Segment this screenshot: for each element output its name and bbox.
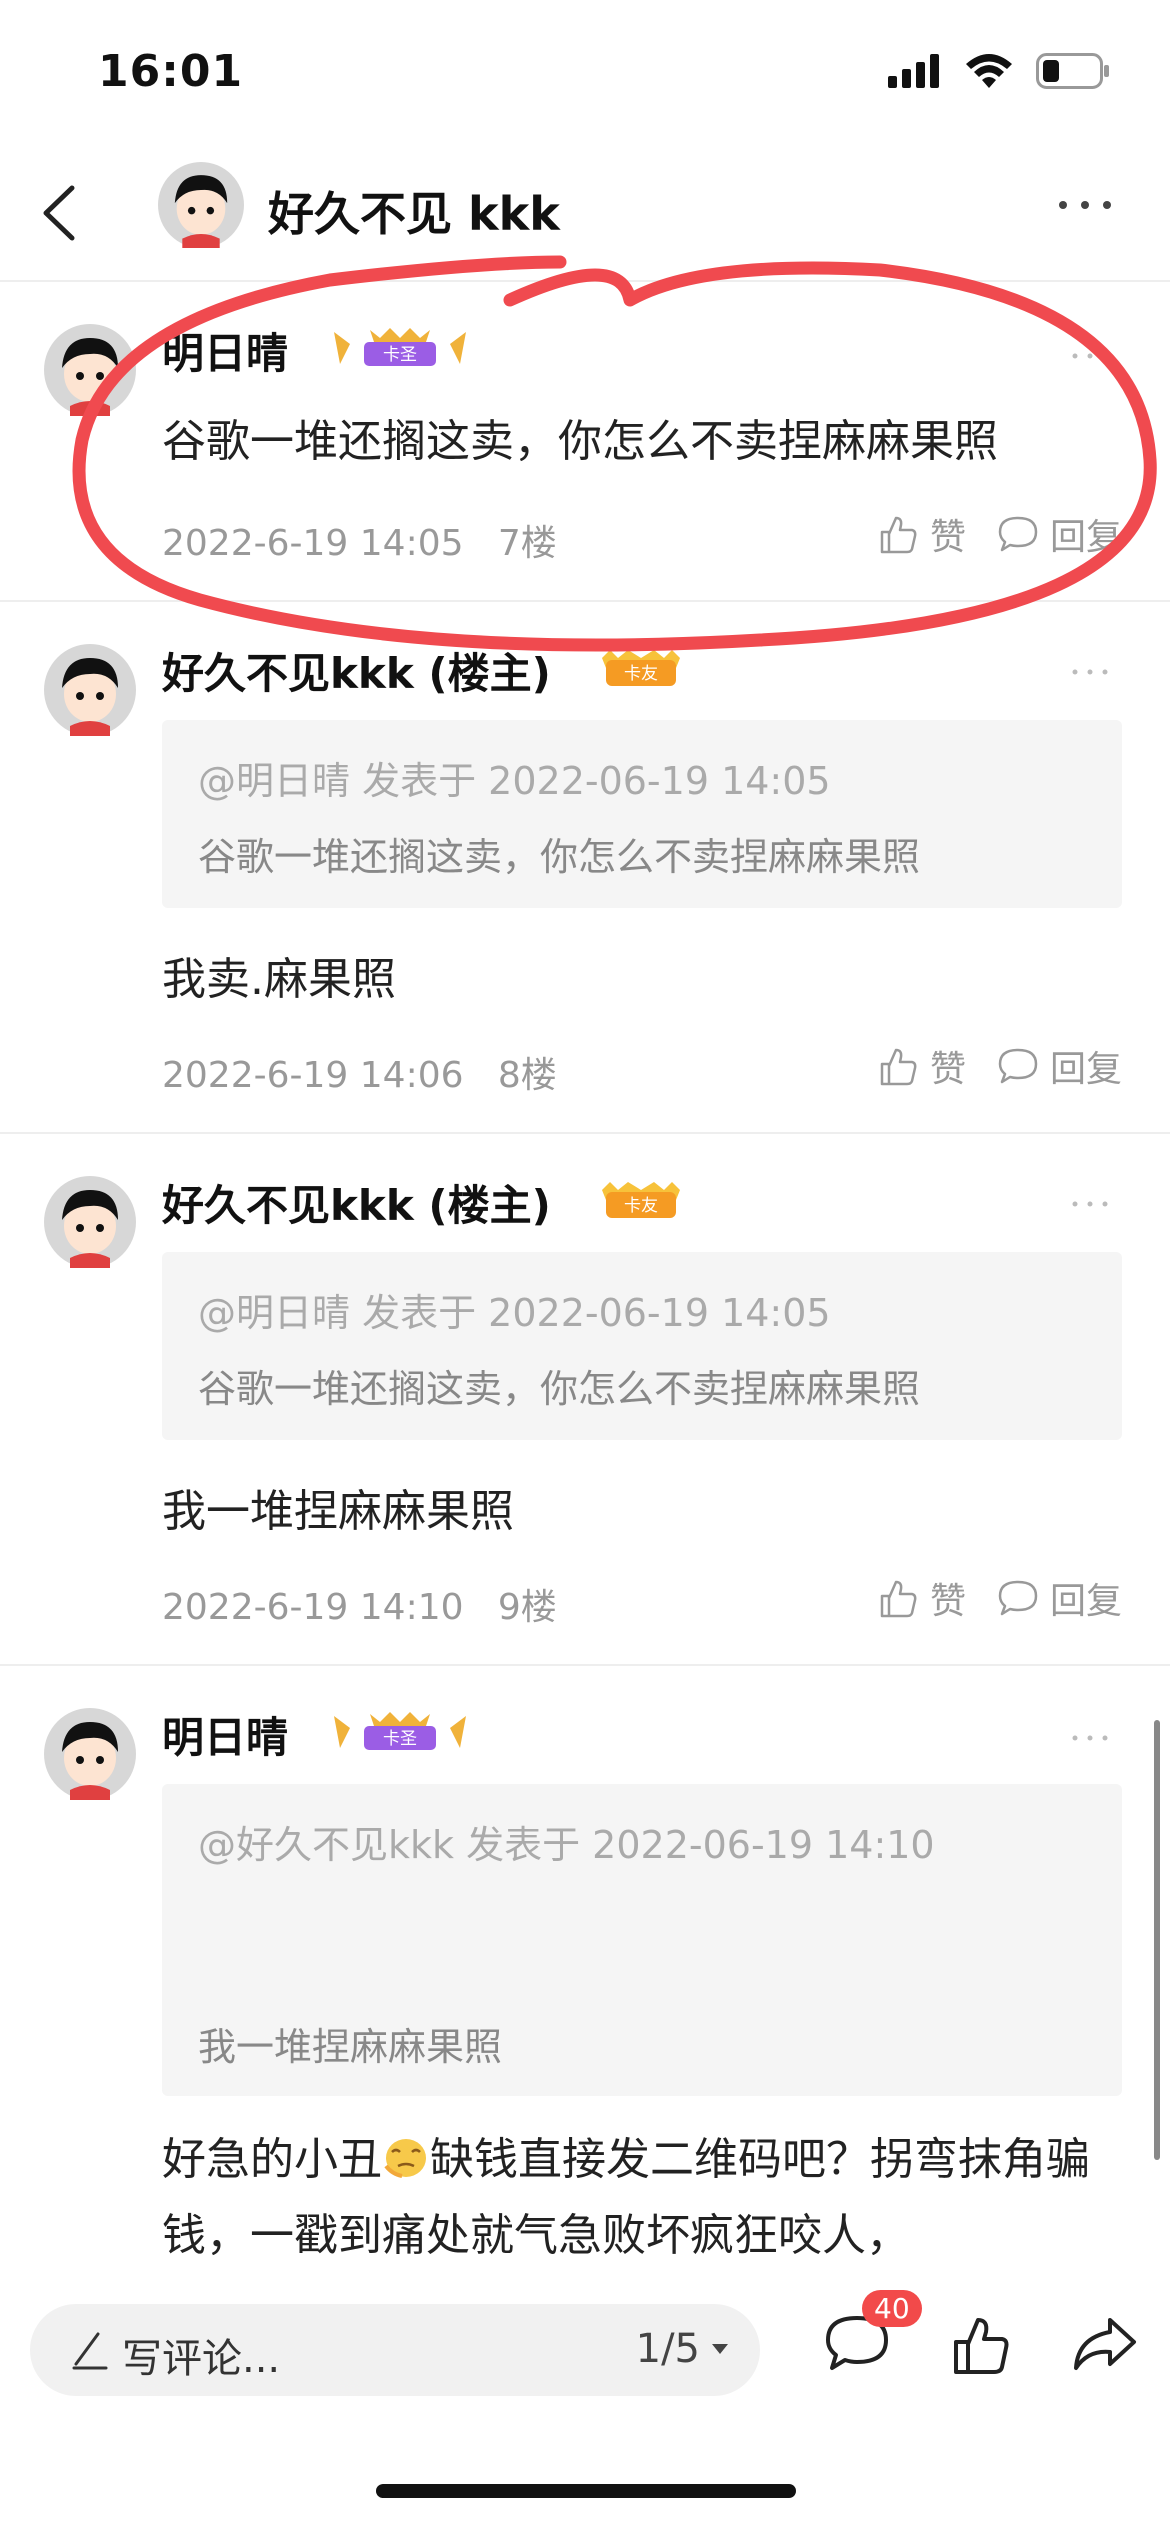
quote-text: 谷歌一堆还搁这卖，你怎么不卖捏麻麻果照 xyxy=(198,835,921,879)
back-icon[interactable] xyxy=(30,178,100,248)
clown-emoji-icon xyxy=(384,2139,426,2178)
bottom-bar: 写评论... 1/5 40 xyxy=(0,2290,1170,2430)
quote-box: @好久不见kkk 发表于 2022-06-19 14:10 我一堆捏麻麻果照 xyxy=(162,1784,1122,2096)
quote-box: @明日晴 发表于 2022-06-19 14:05 谷歌一堆还搁这卖，你怎么不卖… xyxy=(162,1252,1122,1440)
comment-actions: 赞 回复 xyxy=(876,508,1122,560)
quote-box: @明日晴 发表于 2022-06-19 14:05 谷歌一堆还搁这卖，你怎么不卖… xyxy=(162,720,1122,908)
comment-actions: 赞 回复 xyxy=(876,1572,1122,1624)
comment-floor-8: 好久不见kkk (楼主) 卡友 @明日晴 发表于 2022-06-19 14:0… xyxy=(0,602,1170,1134)
comment-actions: 赞 回复 xyxy=(876,1040,1122,1092)
pen-icon xyxy=(72,2332,108,2370)
reply-button[interactable]: 回复 xyxy=(996,1040,1122,1092)
avatar[interactable] xyxy=(44,324,136,416)
comment-text: 我卖.麻果照 xyxy=(162,954,396,1005)
username[interactable]: 明日晴 xyxy=(162,1704,288,1765)
like-label: 赞 xyxy=(929,1581,966,1622)
avatar[interactable] xyxy=(44,644,136,736)
caret-down-icon xyxy=(712,2344,728,2354)
quote-text: 我一堆捏麻麻果照 xyxy=(198,2025,503,2069)
comment-bubble-icon xyxy=(998,1580,1038,1616)
nav-bar: 好久不见 kkk xyxy=(0,150,1170,282)
battery-icon xyxy=(1036,53,1109,89)
like-button[interactable]: 赞 xyxy=(876,1572,966,1624)
comment-bubble-icon xyxy=(998,1048,1038,1084)
like-button[interactable]: 赞 xyxy=(876,1040,966,1092)
comment-date: 2022-6-19 14:06 xyxy=(162,1055,464,1096)
like-label: 赞 xyxy=(929,517,966,558)
level-badge: 卡圣 xyxy=(330,1708,470,1756)
username[interactable]: 好久不见kkk (楼主) xyxy=(162,640,551,701)
quote-header: @明日晴 发表于 2022-06-19 14:05 xyxy=(198,759,831,803)
status-icons xyxy=(888,52,1110,90)
level-badge: 卡圣 xyxy=(330,324,470,372)
comment-count-badge: 40 xyxy=(862,2290,922,2327)
status-time: 16:01 xyxy=(98,46,244,97)
comment-date: 2022-6-19 14:05 xyxy=(162,523,464,564)
comment-placeholder: 写评论... xyxy=(122,2336,281,2382)
comment-text-part1: 好急的小丑 xyxy=(162,2134,382,2185)
quote-text: 谷歌一堆还搁这卖，你怎么不卖捏麻麻果照 xyxy=(198,1367,921,1411)
reply-button[interactable]: 回复 xyxy=(996,508,1122,560)
reply-button[interactable]: 回复 xyxy=(996,1572,1122,1624)
username[interactable]: 明日晴 xyxy=(162,320,288,381)
level-badge: 卡友 xyxy=(598,1178,684,1226)
thumbs-up-icon xyxy=(880,1580,917,1618)
reply-label: 回复 xyxy=(1049,517,1122,558)
comment-bubble-icon xyxy=(998,516,1038,552)
comment-floor-9: 好久不见kkk (楼主) 卡友 @明日晴 发表于 2022-06-19 14:0… xyxy=(0,1134,1170,1666)
wifi-icon xyxy=(966,54,1012,88)
comment-meta: 2022-6-19 14:10 9楼 xyxy=(162,1578,557,1630)
comment-text: 好急的小丑 缺钱直接发二维码吧？拐弯抹角骗钱，一戳到痛处就气急败坏疯狂咬人， xyxy=(162,2122,1102,2272)
more-icon[interactable] xyxy=(1070,666,1110,678)
comment-text: 谷歌一堆还搁这卖，你怎么不卖捏麻麻果照 xyxy=(162,416,998,467)
quote-header: @好久不见kkk 发表于 2022-06-19 14:10 xyxy=(198,1823,935,1867)
share-arrow-icon xyxy=(1074,2318,1136,2370)
comment-floor-10: 明日晴 卡圣 @好久不见kkk 发表于 2022-06-19 14:10 我一堆… xyxy=(0,1666,1170,2290)
quote-header: @明日晴 发表于 2022-06-19 14:05 xyxy=(198,1291,831,1335)
comment-date: 2022-6-19 14:10 xyxy=(162,1587,464,1628)
scrollbar[interactable] xyxy=(1154,1720,1160,2160)
avatar[interactable] xyxy=(44,1176,136,1268)
avatar[interactable] xyxy=(44,1708,136,1800)
comment-input[interactable]: 写评论... 1/5 xyxy=(30,2304,760,2396)
page-title: 好久不见 kkk xyxy=(268,187,560,241)
username[interactable]: 好久不见kkk (楼主) xyxy=(162,1172,551,1233)
like-button[interactable] xyxy=(948,2312,1014,2382)
more-icon[interactable] xyxy=(1070,1198,1110,1210)
page-selector[interactable]: 1/5 xyxy=(636,2326,730,2372)
share-button[interactable] xyxy=(1070,2312,1140,2378)
comment-floor-7: 明日晴 卡圣 谷歌一堆还搁这卖，你怎么不卖捏麻麻果照 2022-6-19 14:… xyxy=(0,282,1170,602)
like-button[interactable]: 赞 xyxy=(876,508,966,560)
svg-text:卡友: 卡友 xyxy=(624,1196,658,1216)
more-icon[interactable] xyxy=(1055,190,1115,220)
comment-floor: 7楼 xyxy=(497,523,557,564)
signal-icon xyxy=(888,54,939,88)
svg-text:卡圣: 卡圣 xyxy=(383,1729,417,1749)
comment-text: 我一堆捏麻麻果照 xyxy=(162,1486,514,1537)
more-icon[interactable] xyxy=(1070,350,1110,362)
avatar[interactable] xyxy=(158,162,244,248)
more-icon[interactable] xyxy=(1070,1732,1110,1744)
level-badge: 卡友 xyxy=(598,646,684,694)
comment-meta: 2022-6-19 14:05 7楼 xyxy=(162,514,557,566)
svg-text:卡友: 卡友 xyxy=(624,664,658,684)
comment-floor: 9楼 xyxy=(497,1587,557,1628)
home-indicator xyxy=(376,2484,796,2498)
thumbs-up-icon xyxy=(954,2318,1009,2374)
page-label: 1/5 xyxy=(635,2326,700,2372)
reply-label: 回复 xyxy=(1049,1581,1122,1622)
comment-meta: 2022-6-19 14:06 8楼 xyxy=(162,1046,557,1098)
thumbs-up-icon xyxy=(880,516,917,554)
svg-text:卡圣: 卡圣 xyxy=(383,345,417,365)
thumbs-up-icon xyxy=(880,1048,917,1086)
reply-label: 回复 xyxy=(1049,1049,1122,1090)
status-bar: 16:01 xyxy=(0,0,1170,150)
comment-floor: 8楼 xyxy=(497,1055,557,1096)
like-label: 赞 xyxy=(929,1049,966,1090)
